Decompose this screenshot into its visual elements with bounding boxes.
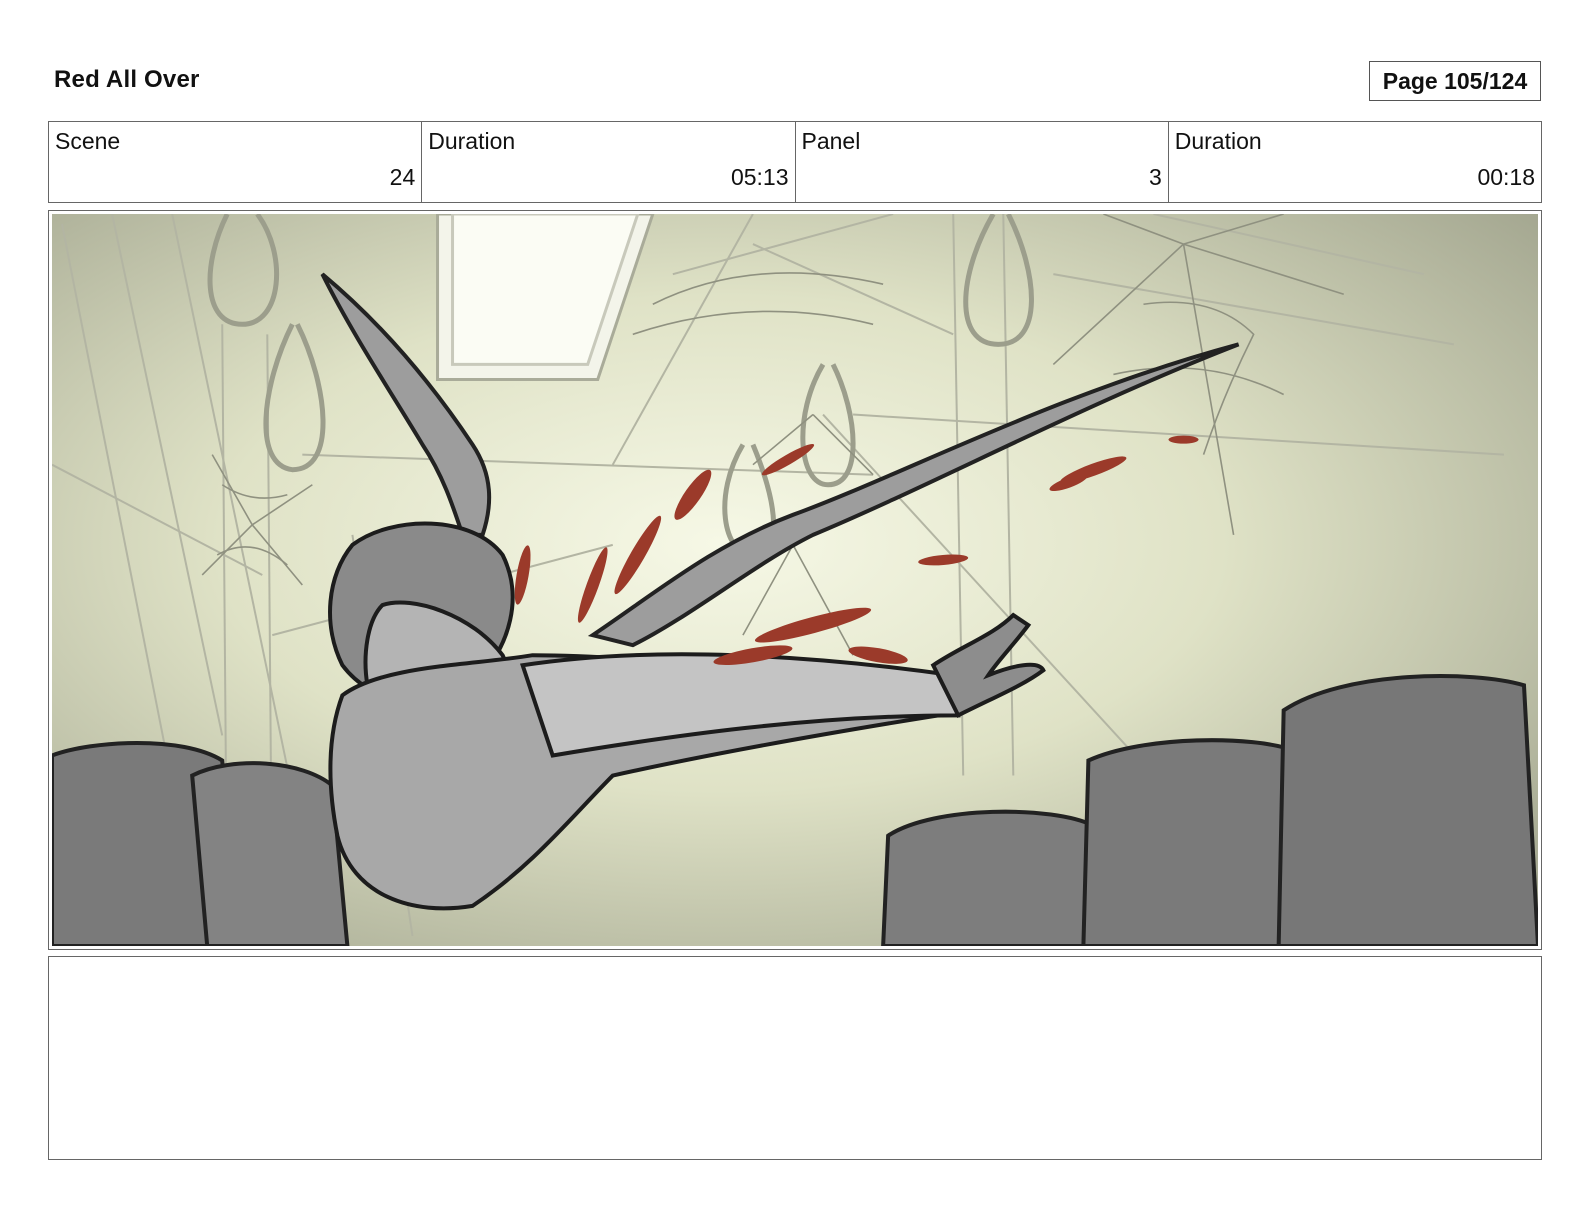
storyboard-title: Red All Over bbox=[54, 66, 200, 93]
panel-value: 3 bbox=[1148, 164, 1162, 190]
scene-duration-label: Duration bbox=[428, 128, 516, 154]
storyboard-panel-image bbox=[52, 214, 1538, 946]
scene-value: 24 bbox=[389, 164, 416, 190]
scene-cell: Scene 24 bbox=[49, 122, 423, 202]
panel-duration-label: Duration bbox=[1174, 128, 1262, 154]
panel-cell: Panel 3 bbox=[796, 122, 1169, 202]
panel-notes-box bbox=[48, 956, 1542, 1160]
scene-duration-value: 05:13 bbox=[730, 164, 789, 190]
panel-info-row: Scene 24 Duration 05:13 Panel 3 Duration… bbox=[48, 121, 1542, 203]
panel-duration-value: 00:18 bbox=[1477, 164, 1535, 190]
scene-label: Scene bbox=[55, 128, 121, 154]
seats-left bbox=[52, 740, 350, 946]
panel-duration-cell: Duration 00:18 bbox=[1169, 122, 1541, 202]
panel-label: Panel bbox=[801, 128, 861, 154]
storyboard-panel-frame bbox=[48, 210, 1542, 950]
page-indicator: Page 105/124 bbox=[1369, 61, 1541, 101]
scene-duration-cell: Duration 05:13 bbox=[422, 122, 796, 202]
